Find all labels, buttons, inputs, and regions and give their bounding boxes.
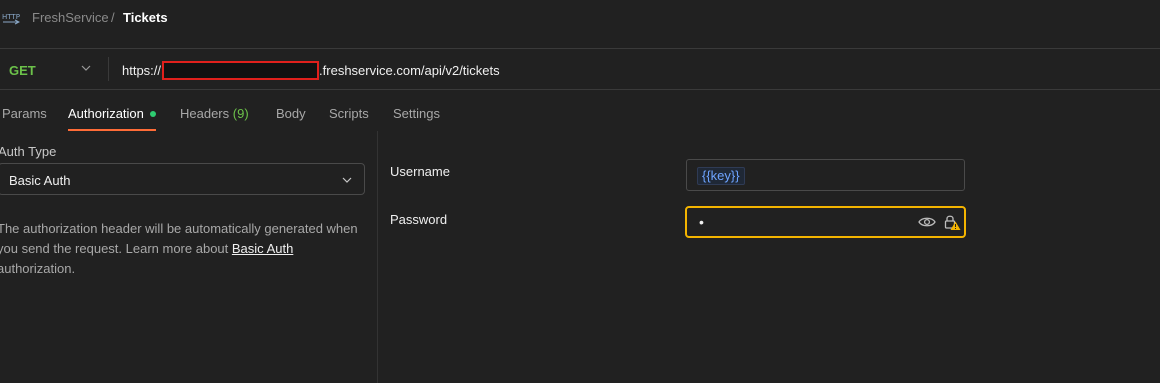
url-prefix: https://	[122, 62, 162, 78]
auth-description: The authorization header will be automat…	[0, 219, 367, 279]
auth-description-tail: authorization.	[0, 261, 76, 276]
url-input[interactable]: https:// .freshservice.com/api/v2/ticket…	[122, 60, 500, 80]
chevron-down-icon	[342, 177, 352, 183]
url-suffix: .freshservice.com/api/v2/tickets	[319, 62, 500, 78]
password-field[interactable]: •	[685, 206, 966, 238]
auth-description-text: The authorization header will be automat…	[0, 221, 358, 256]
tab-label: Authorization	[68, 106, 144, 121]
top-bar: HTTP FreshService / Tickets	[0, 0, 1160, 36]
basic-auth-link[interactable]: Basic Auth	[232, 241, 293, 256]
password-label: Password	[390, 212, 448, 227]
http-request-icon: HTTP	[2, 13, 20, 25]
tab-label: Body	[276, 106, 306, 121]
tab-label: Params	[2, 106, 47, 121]
svg-text:HTTP: HTTP	[2, 13, 20, 21]
auth-type-value: Basic Auth	[9, 173, 71, 188]
tab-label: Scripts	[329, 106, 369, 121]
tab-authorization[interactable]: Authorization	[68, 106, 156, 121]
method-select[interactable]: GET	[0, 49, 108, 89]
panel-divider	[377, 131, 378, 383]
breadcrumb-current[interactable]: Tickets	[123, 10, 168, 25]
username-label: Username	[390, 164, 450, 179]
divider	[0, 89, 1160, 90]
username-field[interactable]: {{key}}	[686, 159, 965, 191]
active-tab-indicator	[68, 129, 156, 131]
redacted-region	[162, 60, 320, 80]
password-value: •	[699, 214, 704, 230]
tab-count: (9)	[232, 106, 249, 121]
lock-warning-icon[interactable]	[943, 213, 961, 231]
eye-icon[interactable]	[918, 215, 936, 229]
divider	[108, 57, 109, 81]
breadcrumb-parent[interactable]: FreshService	[32, 10, 109, 25]
method-label: GET	[9, 63, 36, 78]
tab-headers[interactable]: Headers (9)	[180, 106, 249, 121]
divider	[0, 48, 1160, 49]
variable-token[interactable]: {{key}}	[697, 167, 745, 185]
status-dot-icon	[149, 110, 156, 117]
breadcrumb-separator: /	[111, 10, 115, 25]
chevron-down-icon	[81, 65, 91, 71]
tab-scripts[interactable]: Scripts	[329, 106, 369, 121]
tab-settings[interactable]: Settings	[393, 106, 440, 121]
tab-label: Settings	[393, 106, 440, 121]
tab-params[interactable]: Params	[2, 106, 47, 121]
auth-type-select[interactable]: Basic Auth	[0, 163, 365, 195]
auth-type-label: Auth Type	[0, 144, 57, 159]
tab-label: Headers	[180, 106, 230, 121]
tab-body[interactable]: Body	[276, 106, 306, 121]
